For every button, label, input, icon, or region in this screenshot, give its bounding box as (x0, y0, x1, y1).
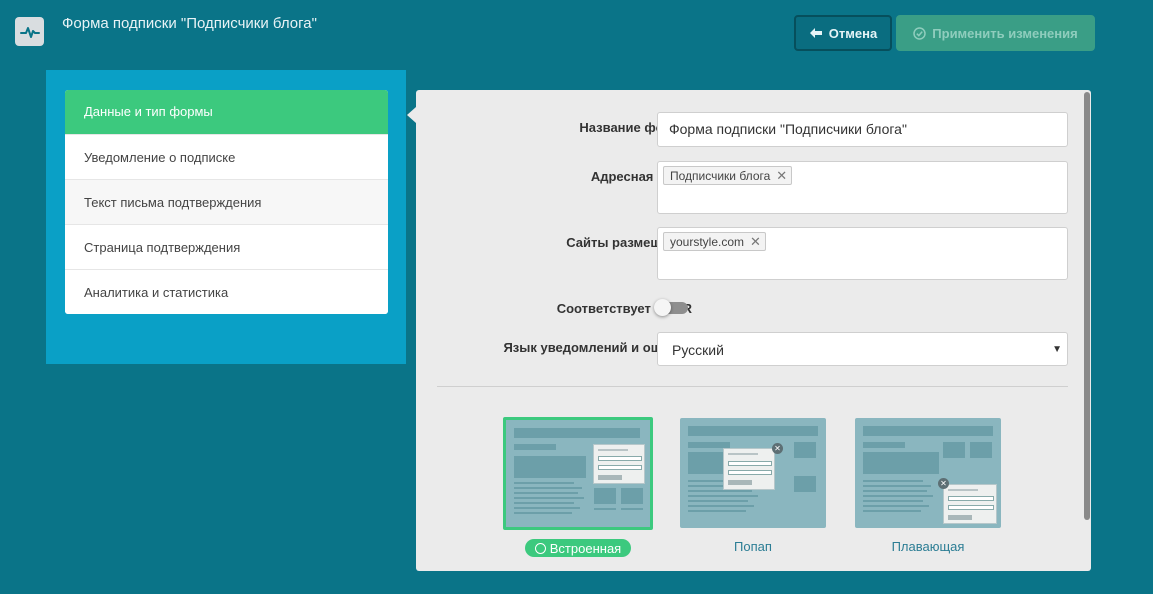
caret-down-icon: ▼ (1052, 344, 1062, 355)
menu-pointer (407, 107, 416, 123)
gdpr-toggle[interactable] (654, 299, 688, 316)
form-type-floating-label[interactable]: Плавающая (855, 539, 1001, 554)
apply-button-label: Применить изменения (932, 25, 1078, 41)
page-title: Форма подписки "Подписчики блога" (62, 15, 317, 32)
close-icon: ✕ (938, 478, 949, 489)
menu-item-form-data[interactable]: Данные и тип формы (65, 90, 388, 134)
close-icon[interactable]: ✕ (776, 168, 787, 184)
settings-menu: Данные и тип формы Уведомление о подписк… (65, 90, 388, 314)
sites-tag-label: yourstyle.com (670, 234, 745, 249)
radio-icon (534, 542, 546, 554)
cancel-button[interactable]: Отмена (794, 15, 892, 51)
arrow-left-icon (809, 28, 822, 38)
sites-input[interactable]: yourstyle.com ✕ (657, 227, 1068, 280)
app-logo[interactable] (15, 17, 44, 46)
close-icon[interactable]: ✕ (750, 234, 761, 250)
pulse-icon (19, 26, 40, 38)
form-type-floating[interactable]: ✕ (855, 418, 1001, 528)
sites-tag: yourstyle.com ✕ (663, 232, 766, 251)
check-circle-icon (913, 26, 927, 40)
menu-item-analytics[interactable]: Аналитика и статистика (65, 269, 388, 314)
menu-item-confirmation-page[interactable]: Страница подтверждения (65, 224, 388, 269)
addressbook-tag-label: Подписчики блога (670, 168, 771, 183)
divider (437, 386, 1068, 387)
scrollbar[interactable] (1084, 92, 1090, 520)
language-value: Русский (672, 342, 724, 358)
form-type-popup[interactable]: ✕ (680, 418, 826, 528)
language-select[interactable]: Русский ▼ (657, 332, 1068, 366)
menu-item-subscription-notification[interactable]: Уведомление о подписке (65, 134, 388, 179)
form-name-input[interactable]: Форма подписки "Подписчики блога" (657, 112, 1068, 147)
addressbook-input[interactable]: Подписчики блога ✕ (657, 161, 1068, 214)
toggle-knob (654, 299, 671, 316)
close-icon: ✕ (772, 443, 783, 454)
form-type-embedded[interactable] (503, 417, 653, 530)
addressbook-tag: Подписчики блога ✕ (663, 166, 793, 185)
form-type-embedded-label[interactable]: Встроенная (525, 539, 631, 557)
apply-button[interactable]: Применить изменения (896, 15, 1095, 51)
form-name-value: Форма подписки "Подписчики блога" (669, 121, 907, 137)
form-type-popup-label[interactable]: Попап (680, 539, 826, 554)
cancel-button-label: Отмена (828, 25, 878, 41)
menu-item-confirmation-email[interactable]: Текст письма подтверждения (65, 179, 388, 224)
settings-sidebar: Данные и тип формы Уведомление о подписк… (46, 70, 406, 364)
form-type-embedded-text: Встроенная (549, 540, 622, 556)
